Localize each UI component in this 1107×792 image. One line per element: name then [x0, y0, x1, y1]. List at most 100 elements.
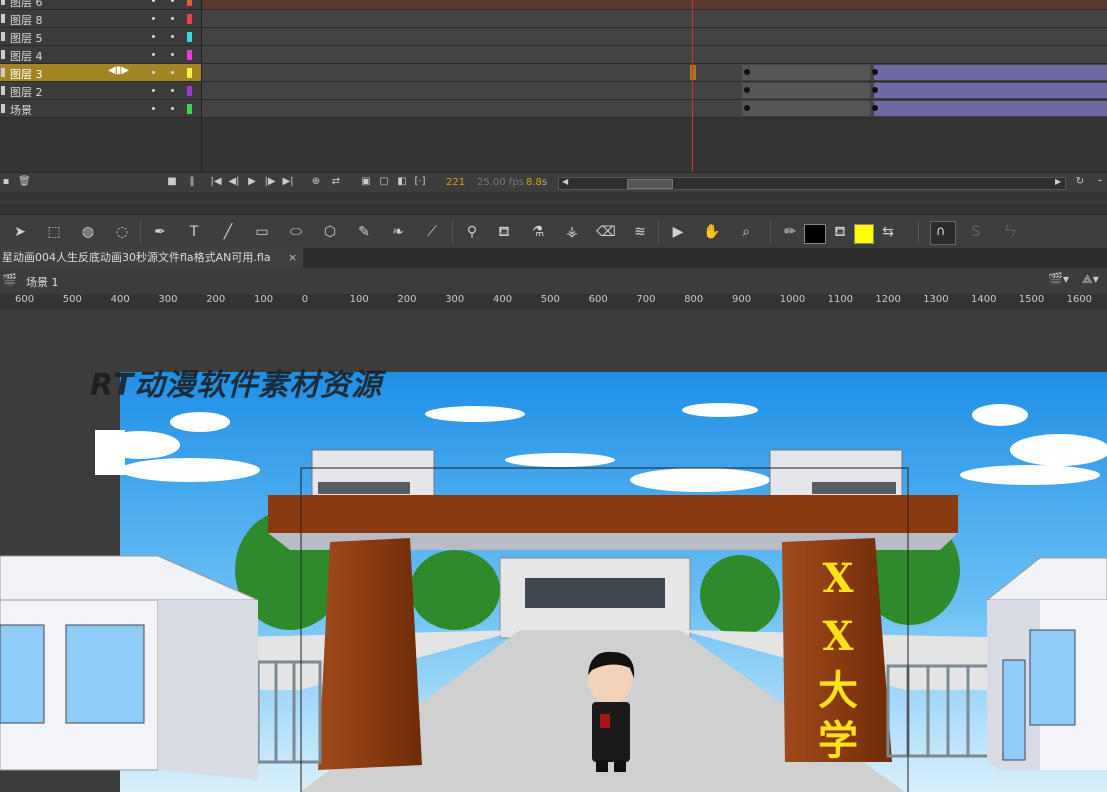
frame-row[interactable] — [202, 10, 1107, 28]
frame-row[interactable] — [202, 0, 1107, 10]
pencil-tool-icon[interactable]: ✎ — [354, 222, 374, 242]
pen-tool-icon[interactable]: ✒ — [150, 222, 170, 242]
motion-tween-span[interactable] — [874, 83, 1107, 98]
polystar-tool-icon[interactable]: ⬡ — [320, 222, 340, 242]
pause-icon[interactable]: ‖ — [186, 176, 198, 188]
onion-skin-icon[interactable]: ▣ — [360, 176, 372, 188]
lock-toggle[interactable] — [171, 0, 174, 2]
step-forward-icon[interactable]: |▶ — [264, 176, 276, 188]
hand-tool-icon[interactable]: ✋ — [702, 222, 722, 242]
frame-row[interactable] — [202, 82, 1107, 100]
document-tab[interactable]: 星动画004人生反底动画30秒源文件fla格式AN可用.fla × — [0, 248, 303, 268]
keyframe[interactable] — [744, 87, 750, 93]
brush-tool-icon[interactable]: ⟋ — [422, 222, 442, 242]
go-first-icon[interactable]: |◀ — [210, 176, 222, 188]
center-frame-icon[interactable]: ⊕ — [310, 176, 322, 188]
stroke-color-icon[interactable]: ✏ — [780, 222, 800, 242]
timeline-options-icon[interactable]: ⁃ — [1094, 176, 1106, 188]
edit-multiple-icon[interactable]: ◧ — [396, 176, 408, 188]
current-frame[interactable]: 221 — [446, 177, 465, 188]
frame-row[interactable] — [202, 28, 1107, 46]
lock-toggle[interactable] — [171, 89, 174, 92]
frame-span[interactable] — [742, 101, 870, 116]
keyframe-nav-icon[interactable]: ◀▮▶ — [108, 65, 129, 76]
onion-outline-icon[interactable]: ▢ — [378, 176, 390, 188]
onion-markers-icon[interactable]: [·] — [414, 176, 426, 188]
lock-toggle[interactable] — [171, 107, 174, 110]
scroll-left-icon[interactable]: ◀ — [562, 177, 568, 186]
layer-name[interactable]: 图层 5 — [10, 30, 43, 46]
layer-row[interactable]: 图层 4 — [0, 46, 201, 64]
lock-toggle[interactable] — [171, 71, 174, 74]
camera-tool-icon[interactable]: ▶ — [668, 222, 688, 242]
layer-row[interactable]: 场景 — [0, 100, 201, 118]
layer-outline-color[interactable] — [187, 0, 192, 6]
layer-row[interactable]: 图层 3 ◀▮▶ — [0, 64, 201, 82]
stroke-color-swatch[interactable] — [804, 224, 826, 244]
visibility-toggle[interactable] — [152, 53, 155, 56]
layer-name[interactable]: 图层 6 — [10, 0, 43, 10]
layer-outline-color[interactable] — [187, 14, 192, 24]
eraser-tool-icon[interactable]: ⌫ — [596, 222, 616, 242]
frame-span[interactable] — [742, 65, 870, 80]
width-tool-icon[interactable]: ≋ — [630, 222, 650, 242]
rectangle-tool-icon[interactable]: ▭ — [252, 222, 272, 242]
stage-area[interactable]: X X 大 学 RT动漫软件素材资源 — [0, 310, 1107, 792]
bone-tool-icon[interactable]: ⚲ — [462, 222, 482, 242]
layer-outline-color[interactable] — [187, 68, 192, 78]
layer-name[interactable]: 图层 8 — [10, 12, 43, 28]
visibility-toggle[interactable] — [152, 17, 155, 20]
text-tool-icon[interactable]: T — [184, 222, 204, 242]
motion-tween-span[interactable] — [874, 101, 1107, 116]
frame-row[interactable] — [202, 100, 1107, 118]
keyframe[interactable] — [872, 87, 878, 93]
go-last-icon[interactable]: ▶| — [282, 176, 294, 188]
layer-name[interactable]: 图层 3 — [10, 66, 43, 82]
camera-icon[interactable]: ■ — [166, 176, 178, 188]
lasso-tool-icon[interactable]: ◌ — [112, 222, 132, 242]
loop-icon[interactable]: ⇄ — [330, 176, 342, 188]
smooth-icon[interactable]: S — [966, 222, 986, 242]
timeline-scrollbar[interactable]: ◀ ▶ — [558, 177, 1066, 190]
straighten-icon[interactable]: ㄣ — [1000, 222, 1020, 242]
layer-outline-color[interactable] — [187, 86, 192, 96]
frame-row[interactable] — [202, 64, 1107, 82]
lock-toggle[interactable] — [171, 35, 174, 38]
eyedropper-tool-icon[interactable]: ⚶ — [562, 222, 582, 242]
visibility-toggle[interactable] — [152, 0, 155, 2]
current-frame-cell[interactable] — [690, 65, 696, 80]
fill-color-swatch[interactable] — [854, 224, 874, 244]
layer-row[interactable]: 图层 2 — [0, 82, 201, 100]
layer-outline-color[interactable] — [187, 104, 192, 114]
lock-toggle[interactable] — [171, 17, 174, 20]
3d-rotation-tool-icon[interactable]: ◍ — [78, 222, 98, 242]
scene-breadcrumb[interactable]: 场景 1 — [26, 274, 59, 290]
play-icon[interactable]: ▶ — [246, 176, 258, 188]
edit-symbols-icon[interactable]: ⟁▾ — [1082, 272, 1099, 287]
keyframe[interactable] — [744, 69, 750, 75]
paint-bucket-tool-icon[interactable]: ⛾ — [494, 222, 514, 242]
visibility-toggle[interactable] — [152, 89, 155, 92]
layer-row[interactable]: 图层 6 — [0, 0, 201, 10]
playhead[interactable] — [692, 0, 693, 172]
lock-toggle[interactable] — [171, 53, 174, 56]
layer-name[interactable]: 场景 — [10, 102, 32, 118]
visibility-toggle[interactable] — [152, 107, 155, 110]
ink-bottle-tool-icon[interactable]: ⚗ — [528, 222, 548, 242]
layer-row[interactable]: 图层 8 — [0, 10, 201, 28]
layer-row[interactable]: 图层 5 — [0, 28, 201, 46]
delete-layer-icon[interactable]: 🗑 — [18, 176, 31, 188]
paint-brush-tool-icon[interactable]: ❧ — [388, 222, 408, 242]
keyframe[interactable] — [872, 69, 878, 75]
close-tab-icon[interactable]: × — [288, 248, 297, 268]
frame-row[interactable] — [202, 46, 1107, 64]
layer-name[interactable]: 图层 2 — [10, 84, 43, 100]
frame-rate[interactable]: 25.00 fps — [477, 177, 524, 188]
selection-tool-icon[interactable]: ➤ — [10, 222, 30, 242]
swap-colors-icon[interactable]: ⇆ — [878, 222, 898, 242]
zoom-tool-icon[interactable]: ⌕ — [736, 222, 756, 242]
refresh-icon[interactable]: ↻ — [1074, 176, 1086, 188]
free-transform-tool-icon[interactable]: ⬚ — [44, 222, 64, 242]
keyframe[interactable] — [872, 105, 878, 111]
layer-outline-color[interactable] — [187, 32, 192, 42]
